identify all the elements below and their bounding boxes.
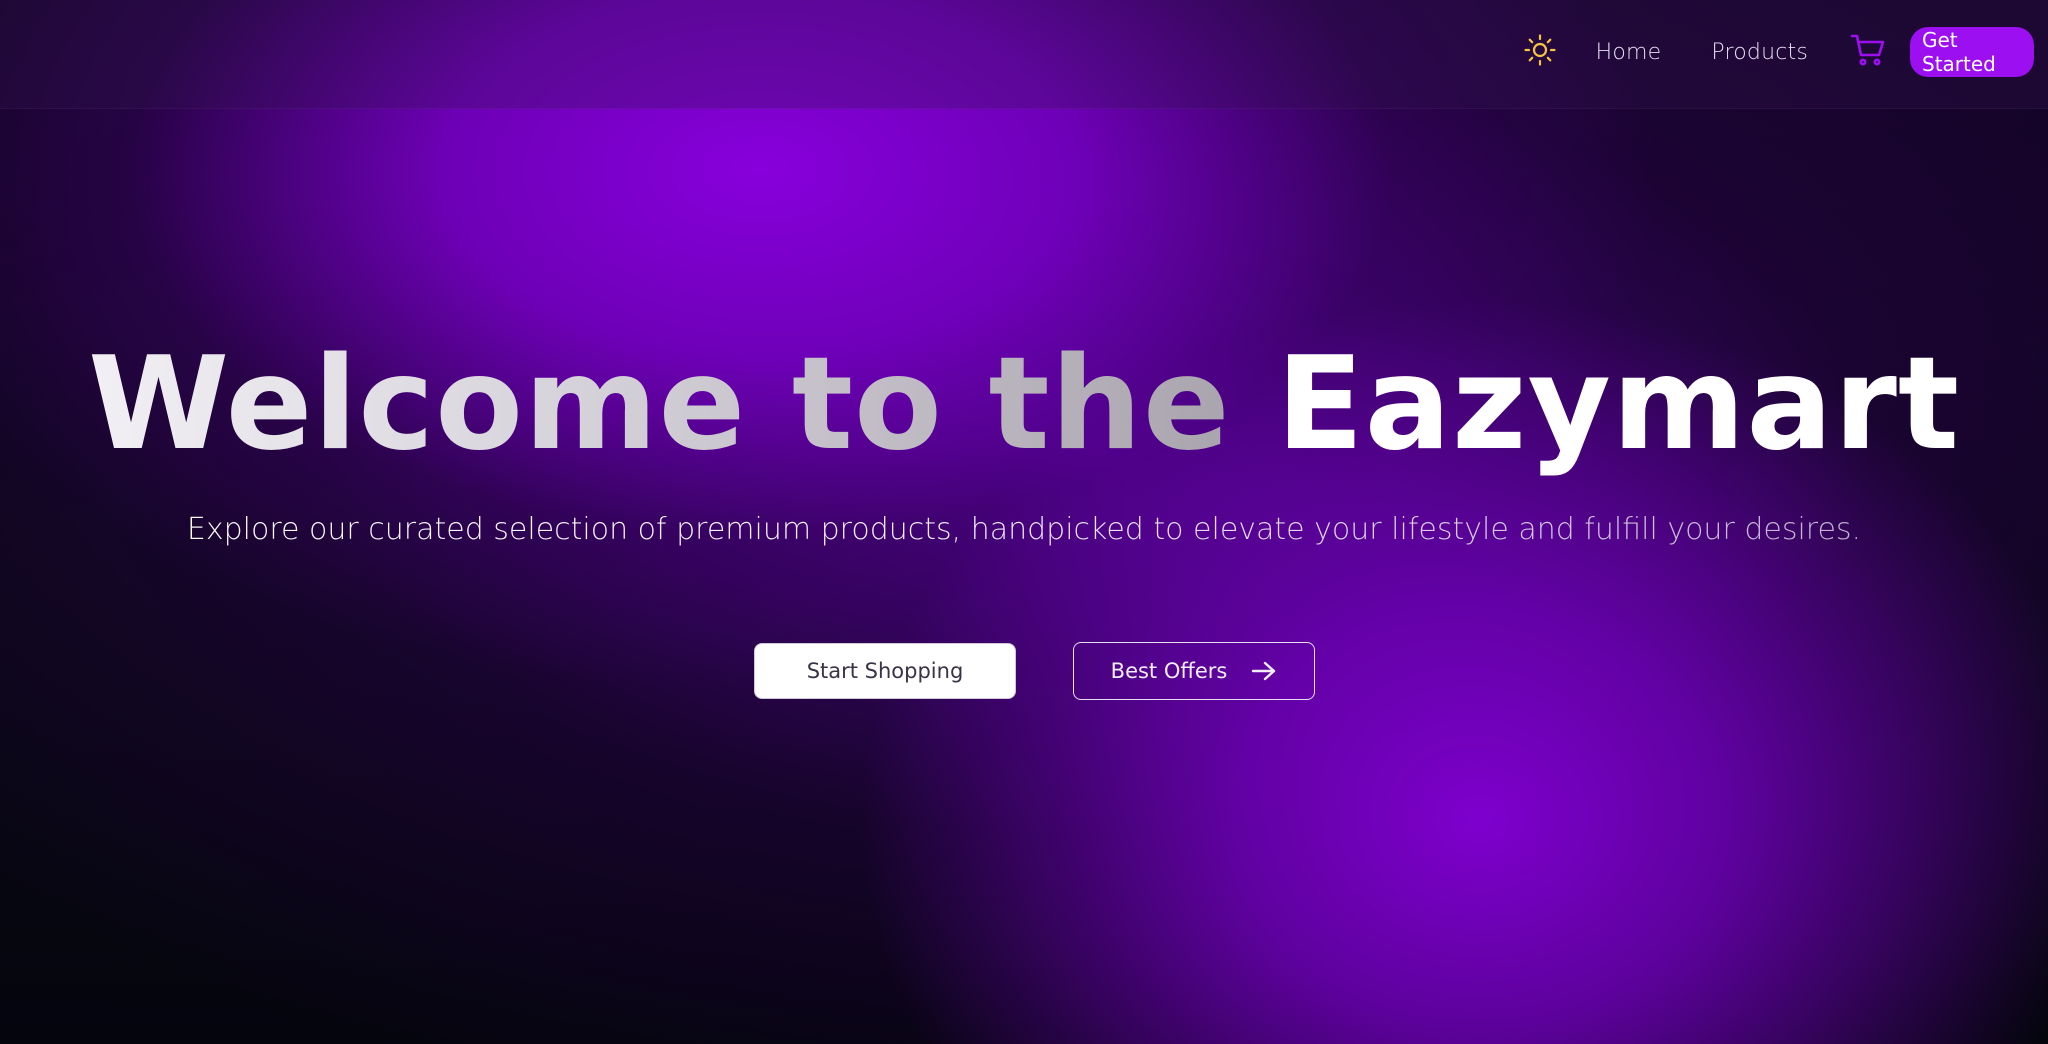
main-nav: Home Products Get Started [1520,26,2034,78]
hero-title-intro: Welcome to the [87,330,1231,479]
cart-icon [1850,33,1886,71]
start-shopping-label: Start Shopping [806,659,964,683]
hero-title-brand: Eazymart [1276,330,1961,479]
nav-link-home[interactable]: Home [1596,40,1662,65]
sun-icon [1523,33,1557,71]
landing-page: Home Products Get Started Welcome to the… [0,0,2048,1044]
hero-actions: Start Shopping Best Offers [754,642,1315,700]
cart-button[interactable] [1848,32,1888,72]
hero-title: Welcome to the Eazymart [0,330,2048,480]
theme-toggle-button[interactable] [1520,32,1560,72]
start-shopping-button[interactable]: Start Shopping [754,643,1016,699]
nav-link-products[interactable]: Products [1711,40,1808,65]
hero-subtitle: Explore our curated selection of premium… [0,508,2048,552]
top-navbar: Home Products Get Started [0,0,2048,109]
get-started-button[interactable]: Get Started [1910,27,2034,77]
best-offers-button[interactable]: Best Offers [1073,642,1315,700]
arrow-right-icon [1251,660,1277,682]
best-offers-label: Best Offers [1110,659,1228,683]
